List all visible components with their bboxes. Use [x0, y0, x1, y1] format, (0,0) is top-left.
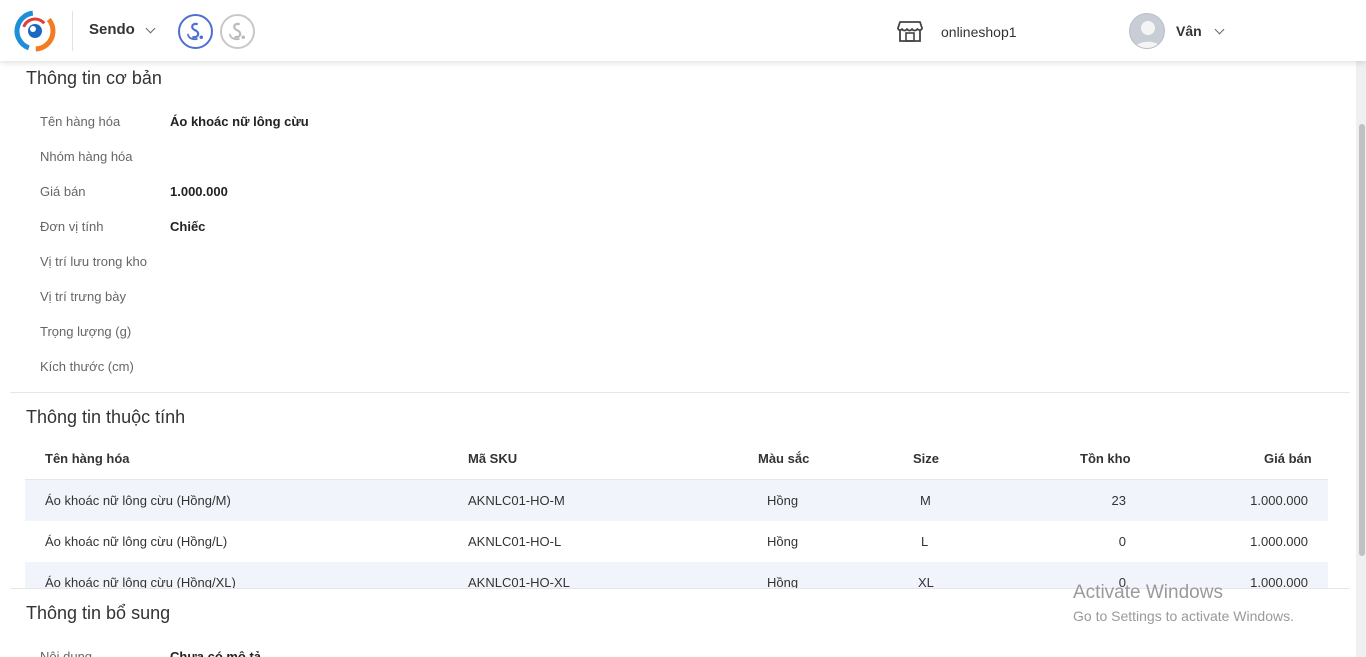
- sendo-channel-inactive-icon[interactable]: [220, 14, 255, 49]
- user-name: Vân: [1176, 23, 1202, 39]
- user-avatar[interactable]: [1129, 13, 1165, 49]
- chevron-down-icon: [145, 23, 156, 33]
- section-divider: [10, 392, 1350, 393]
- header-divider: [72, 11, 73, 51]
- field-label-name: Tên hàng hóa: [40, 114, 121, 129]
- column-header-size: Size: [913, 451, 940, 466]
- cell-sku: AKNLC01-HO-M: [468, 493, 565, 508]
- column-header-color: Màu sắc: [758, 451, 810, 466]
- chevron-down-icon: [1214, 24, 1225, 35]
- sendo-channel-active-icon[interactable]: [178, 14, 213, 49]
- field-label-content: Nội dung: [40, 649, 93, 657]
- windows-activation-watermark: Activate Windows Go to Settings to activ…: [1073, 582, 1294, 624]
- extra-info-title: Thông tin bổ sung: [26, 603, 171, 623]
- field-label-price: Giá bán: [40, 184, 86, 199]
- column-header-name: Tên hàng hóa: [45, 451, 130, 466]
- column-header-stock: Tồn kho: [1080, 451, 1131, 466]
- field-label-unit: Đơn vị tính: [40, 219, 104, 234]
- cell-sku: AKNLC01-HO-L: [468, 534, 562, 549]
- channel-selector[interactable]: Sendo: [89, 21, 156, 38]
- column-header-price: Giá bán: [1264, 451, 1312, 466]
- cell-name: Áo khoác nữ lông cừu (Hồng/L): [45, 534, 228, 549]
- table-row[interactable]: Áo khoác nữ lông cừu (Hồng/M) AKNLC01-HO…: [25, 480, 1328, 521]
- column-header-sku: Mã SKU: [468, 451, 518, 466]
- table-row[interactable]: Áo khoác nữ lông cừu (Hồng/L) AKNLC01-HO…: [25, 521, 1328, 562]
- field-label-group: Nhóm hàng hóa: [40, 149, 133, 164]
- field-value-name: Áo khoác nữ lông cừu: [170, 114, 309, 129]
- cell-name: Áo khoác nữ lông cừu (Hồng/M): [45, 493, 231, 508]
- cell-size: M: [920, 493, 931, 508]
- cell-stock: 23: [1111, 493, 1126, 508]
- channel-label: Sendo: [89, 21, 135, 38]
- store-name[interactable]: onlineshop1: [941, 24, 1017, 40]
- attributes-title: Thông tin thuộc tính: [26, 407, 186, 427]
- basic-info-title: Thông tin cơ bản: [26, 68, 162, 88]
- field-value-unit: Chiếc: [170, 219, 206, 234]
- field-label-dimensions: Kích thước (cm): [40, 359, 134, 374]
- cell-stock: 0: [1118, 534, 1126, 549]
- cell-color: Hồng: [767, 534, 799, 549]
- top-navigation-bar: Sendo onlineshop1 Vân: [0, 0, 1366, 61]
- field-value-content: Chưa có mô tả: [170, 649, 262, 657]
- cell-color: Hồng: [767, 493, 799, 508]
- cell-price: 1.000.000: [1250, 493, 1308, 508]
- store-icon: [897, 21, 923, 42]
- page-scrollbar-thumb[interactable]: [1359, 124, 1365, 556]
- user-menu[interactable]: Vân: [1176, 23, 1225, 39]
- field-label-display-location: Vị trí trưng bày: [40, 289, 127, 304]
- cell-size: L: [921, 534, 929, 549]
- app-logo-icon[interactable]: [13, 10, 57, 52]
- watermark-line2: Go to Settings to activate Windows.: [1073, 608, 1294, 624]
- field-label-warehouse-location: Vị trí lưu trong kho: [40, 254, 147, 269]
- cell-price: 1.000.000: [1250, 534, 1308, 549]
- field-value-price: 1.000.000: [170, 184, 228, 199]
- watermark-line1: Activate Windows: [1073, 582, 1223, 603]
- product-detail-panel: Thông tin cơ bản Tên hàng hóa Áo khoác n…: [10, 61, 1350, 657]
- user-avatar-icon: [1134, 21, 1162, 48]
- field-label-weight: Trọng lượng (g): [40, 324, 132, 339]
